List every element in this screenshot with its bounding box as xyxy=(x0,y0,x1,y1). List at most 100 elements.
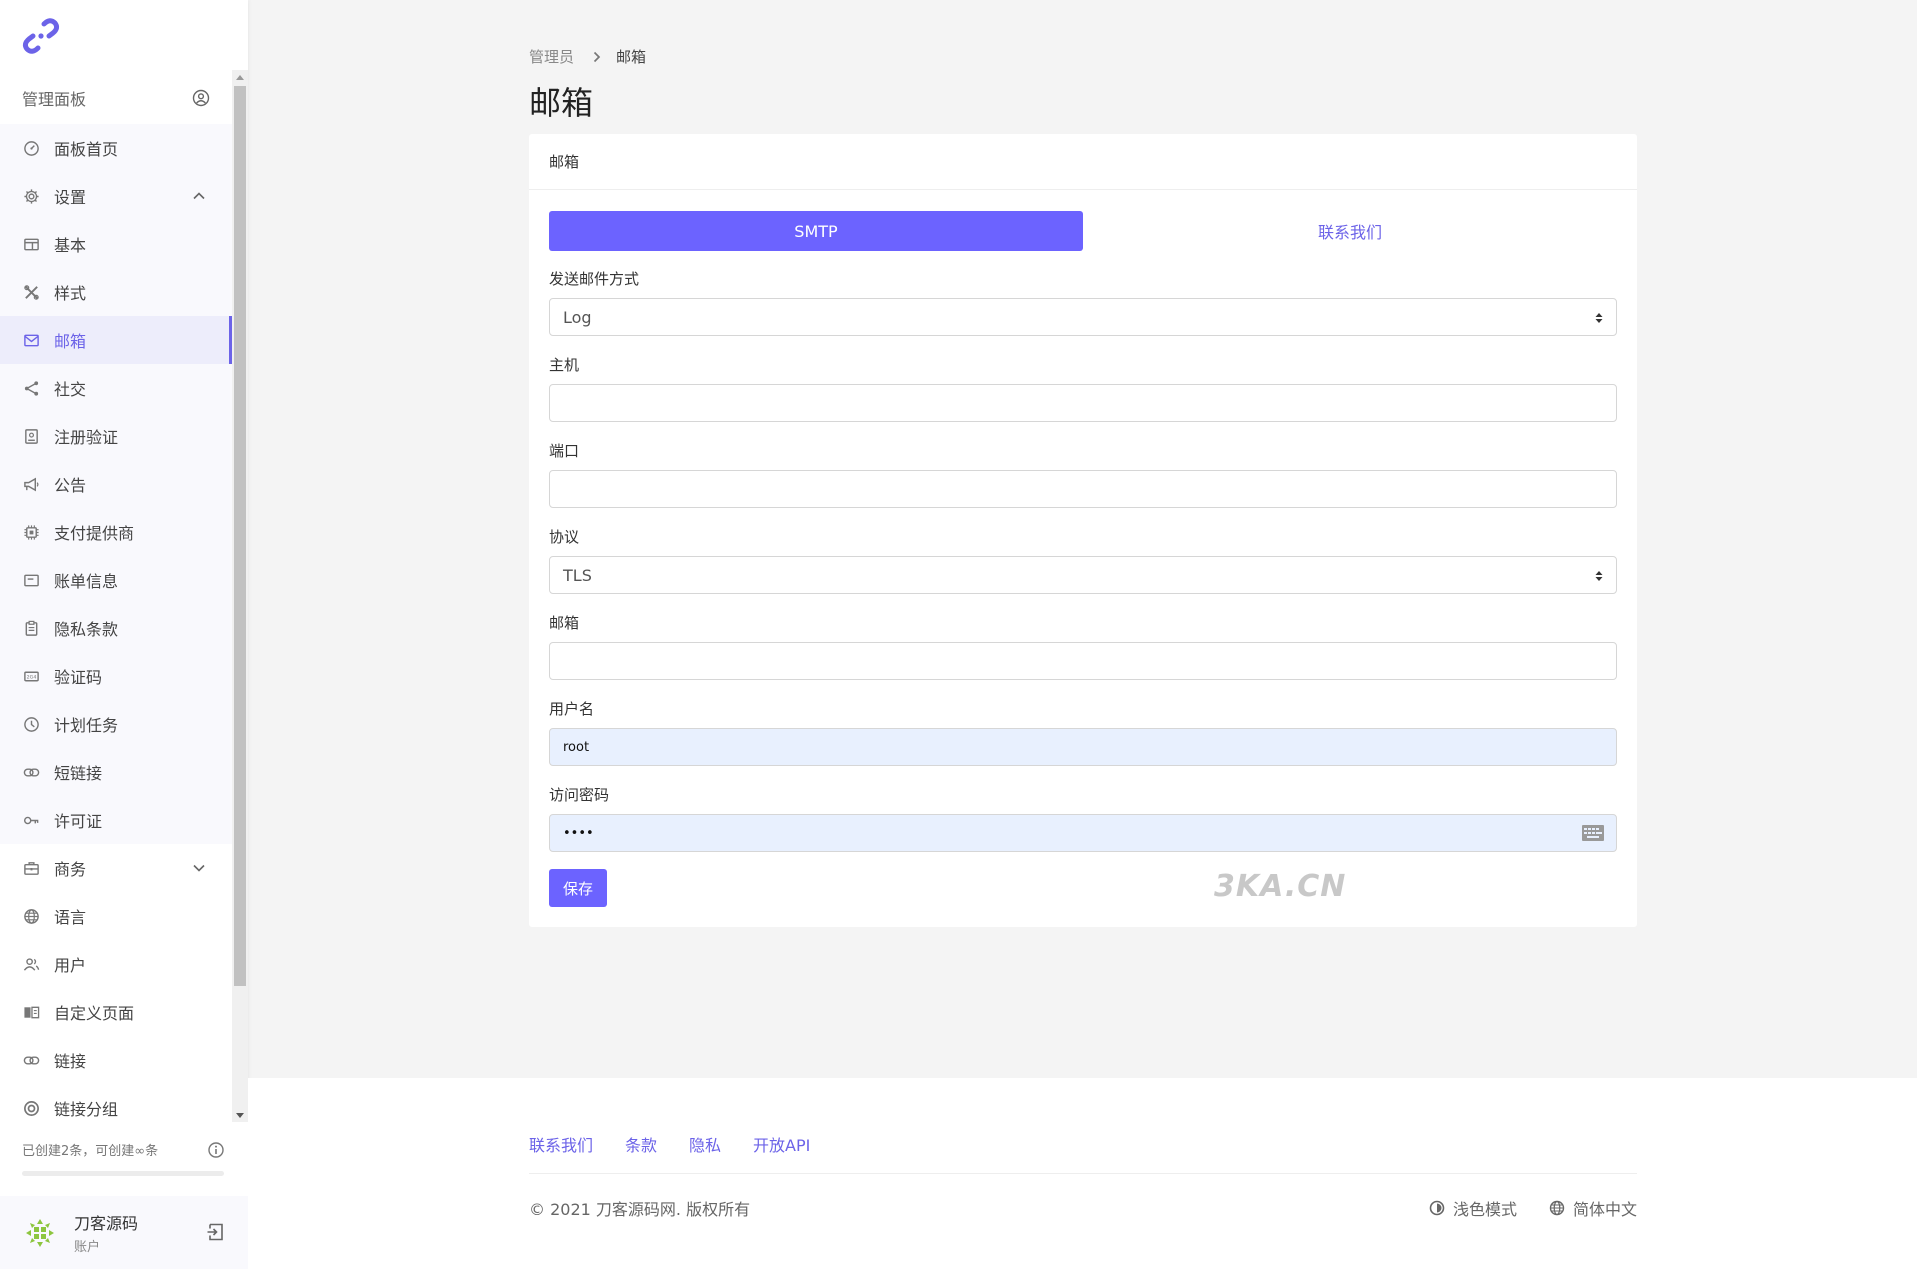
field-label: 主机 xyxy=(549,356,580,374)
sidebar-item-social[interactable]: 社交 xyxy=(0,364,232,412)
sidebar-item-cron-jobs[interactable]: 计划任务 xyxy=(0,700,232,748)
logout-icon[interactable] xyxy=(206,1222,226,1242)
sidebar-item-basic[interactable]: 基本 xyxy=(0,220,232,268)
theme-toggle[interactable]: 浅色模式 xyxy=(1429,1196,1517,1220)
tabs: SMTP 联系我们 xyxy=(549,211,1617,251)
sidebar-nav: 面板首页 设置 基本 样式 邮箱 社交 注册验证 公告 支付提供商 账单信息 隐… xyxy=(0,124,232,1122)
footer-link-privacy[interactable]: 隐私 xyxy=(689,1132,721,1156)
sidebar-item-links[interactable]: 链接 xyxy=(0,1036,232,1084)
window-icon xyxy=(23,238,39,250)
save-button[interactable]: 保存 xyxy=(549,869,607,907)
sidebar-item-settings[interactable]: 设置 xyxy=(0,172,232,220)
sidebar-item-business[interactable]: 商务 xyxy=(0,844,232,892)
main-content: 管理员 邮箱 邮箱 邮箱 SMTP 联系我们 发送邮件方式 Log 主机 端口 xyxy=(248,0,1917,1078)
field-label: 端口 xyxy=(549,442,580,460)
info-icon[interactable] xyxy=(208,1141,224,1158)
sidebar-item-label: 计划任务 xyxy=(54,716,119,735)
footer-links: 联系我们 条款 隐私 开放API xyxy=(529,1132,810,1156)
account-subtitle: 账户 xyxy=(74,1240,101,1255)
share-icon xyxy=(24,380,38,396)
email-input[interactable] xyxy=(549,642,1617,680)
field-label: 用户名 xyxy=(549,700,595,718)
chevron-up-icon xyxy=(193,192,205,200)
scroll-up-arrow-icon[interactable] xyxy=(232,70,248,84)
username-input[interactable]: root xyxy=(549,728,1617,766)
sidebar-item-label: 社交 xyxy=(54,380,87,399)
sidebar-item-license[interactable]: 许可证 xyxy=(0,796,232,844)
panel-title: 管理面板 xyxy=(22,90,87,109)
link-icon xyxy=(23,1055,39,1065)
breadcrumb-current: 邮箱 xyxy=(616,48,647,66)
sidebar-item-payment-providers[interactable]: 支付提供商 xyxy=(0,508,232,556)
sidebar-item-users[interactable]: 用户 xyxy=(0,940,232,988)
watermark-text: 3KA.CN xyxy=(1214,869,1347,904)
panel-header: 管理面板 xyxy=(0,72,232,124)
logo-link-icon[interactable] xyxy=(20,16,62,56)
field-label: 邮箱 xyxy=(549,614,580,632)
link-quota: 已创建2条，可创建∞条 xyxy=(22,1140,224,1176)
scrollbar-thumb[interactable] xyxy=(234,86,246,986)
sidebar-item-label: 短链接 xyxy=(54,764,103,783)
dashboard-gauge-icon xyxy=(23,140,39,156)
breadcrumb-parent[interactable]: 管理员 xyxy=(529,46,574,67)
chevron-down-icon xyxy=(193,864,205,872)
book-icon xyxy=(23,1006,39,1018)
billing-card-icon xyxy=(23,574,39,586)
tools-icon xyxy=(23,284,39,300)
sidebar-item-link-groups[interactable]: 链接分组 xyxy=(0,1084,232,1122)
keyboard-icon[interactable] xyxy=(1582,825,1604,841)
chip-icon xyxy=(23,524,39,540)
scroll-down-arrow-icon[interactable] xyxy=(232,1108,248,1122)
footer-controls: 浅色模式 简体中文 xyxy=(1429,1196,1637,1220)
field-label: 协议 xyxy=(549,528,580,546)
sidebar-item-label: 注册验证 xyxy=(54,428,119,447)
sidebar-item-announcement[interactable]: 公告 xyxy=(0,460,232,508)
account-panel: 刀客源码 账户 xyxy=(0,1196,248,1269)
globe-icon xyxy=(1549,1200,1565,1216)
protocol-select[interactable]: TLS xyxy=(549,556,1617,594)
tab-smtp[interactable]: SMTP xyxy=(549,211,1083,251)
sidebar-scrollbar[interactable] xyxy=(232,70,248,1122)
sidebar-item-label: 链接 xyxy=(54,1052,87,1071)
language-selector[interactable]: 简体中文 xyxy=(1549,1196,1637,1220)
sidebar: 管理面板 面板首页 设置 基本 样式 邮箱 社交 注册验证 公告 支付提供商 账… xyxy=(0,0,248,1269)
sidebar-item-dashboard[interactable]: 面板首页 xyxy=(0,124,232,172)
sidebar-item-style[interactable]: 样式 xyxy=(0,268,232,316)
target-icon xyxy=(23,1100,39,1116)
select-arrows-icon xyxy=(1595,313,1603,323)
users-icon xyxy=(23,957,39,971)
port-input[interactable] xyxy=(549,470,1617,508)
footer-divider xyxy=(529,1173,1637,1174)
select-value: Log xyxy=(563,307,592,327)
password-input[interactable]: •••• xyxy=(549,814,1617,852)
sidebar-item-label: 验证码 xyxy=(54,668,103,687)
field-send-method: 发送邮件方式 Log xyxy=(549,268,1617,354)
field-password: 访问密码 •••• xyxy=(549,784,1617,870)
sidebar-item-label: 链接分组 xyxy=(54,1100,119,1119)
sidebar-item-captcha[interactable]: 2G4 验证码 xyxy=(0,652,232,700)
sidebar-item-privacy-terms[interactable]: 隐私条款 xyxy=(0,604,232,652)
breadcrumb: 管理员 邮箱 xyxy=(529,46,646,67)
send-method-select[interactable]: Log xyxy=(549,298,1617,336)
avatar[interactable] xyxy=(22,1215,58,1251)
user-circle-icon[interactable] xyxy=(192,89,210,107)
field-port: 端口 xyxy=(549,440,1617,526)
sidebar-item-registration[interactable]: 注册验证 xyxy=(0,412,232,460)
page-title: 邮箱 xyxy=(529,84,594,122)
gear-icon xyxy=(23,188,39,204)
sidebar-item-label: 自定义页面 xyxy=(54,1004,135,1023)
sidebar-item-language[interactable]: 语言 xyxy=(0,892,232,940)
sidebar-item-billing[interactable]: 账单信息 xyxy=(0,556,232,604)
email-settings-card: 邮箱 SMTP 联系我们 发送邮件方式 Log 主机 端口 协议 TLS 邮箱 … xyxy=(529,134,1637,927)
tab-contact-us[interactable]: 联系我们 xyxy=(1083,211,1617,251)
footer-link-contact[interactable]: 联系我们 xyxy=(529,1132,593,1156)
input-value: •••• xyxy=(563,825,594,841)
host-input[interactable] xyxy=(549,384,1617,422)
sidebar-item-short-links[interactable]: 短链接 xyxy=(0,748,232,796)
sidebar-item-custom-pages[interactable]: 自定义页面 xyxy=(0,988,232,1036)
footer-link-api[interactable]: 开放API xyxy=(753,1132,810,1156)
footer-link-terms[interactable]: 条款 xyxy=(625,1132,657,1156)
sidebar-item-email[interactable]: 邮箱 xyxy=(0,316,232,364)
sidebar-item-label: 公告 xyxy=(54,476,87,495)
chevron-right-icon xyxy=(593,51,601,62)
